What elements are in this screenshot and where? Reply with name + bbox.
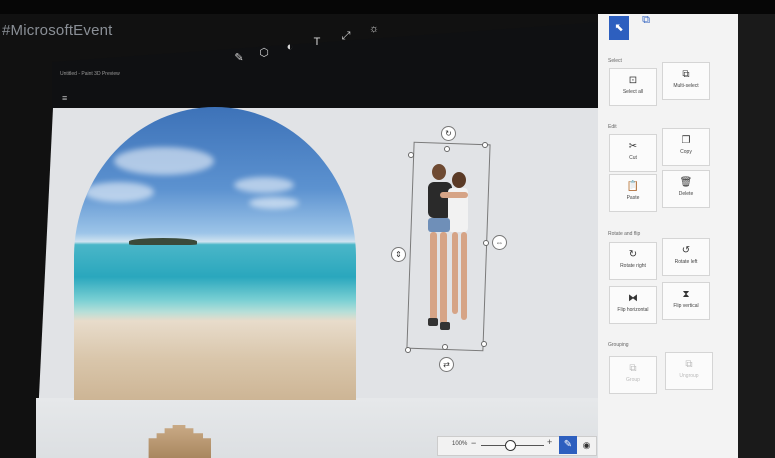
flip-vertical-button[interactable]: ⧗ Flip vertical — [662, 282, 710, 320]
scissors-icon: ✂ — [628, 141, 638, 152]
copy-icon: ❐ — [681, 135, 691, 146]
eye-icon: ◉ — [582, 440, 591, 450]
rotate-y-control-icon[interactable]: ⇔ — [492, 235, 507, 250]
select-all-button[interactable]: ⊡ Select all — [609, 68, 657, 106]
resize-handle[interactable] — [482, 142, 488, 148]
event-hashtag: #MicrosoftEvent — [2, 22, 113, 39]
copy-button[interactable]: ❐ Copy — [662, 128, 710, 166]
resize-handle[interactable] — [481, 341, 487, 347]
stickers-icon[interactable]: ◐ — [283, 41, 297, 53]
trash-icon: 🗑 — [679, 177, 693, 188]
pen-mode-button[interactable]: ✎ — [559, 436, 577, 454]
flip-horizontal-icon: ⧓ — [628, 293, 638, 304]
zoom-in-button[interactable]: + — [547, 437, 552, 447]
text-icon[interactable]: T — [310, 36, 324, 48]
section-edit-label: Edit — [608, 124, 617, 130]
crop-tab[interactable]: ⧉ — [636, 8, 656, 32]
select-tab[interactable]: ⬉ — [609, 16, 629, 40]
selection-bounding-box[interactable] — [406, 141, 491, 352]
pen-icon: ✎ — [563, 439, 573, 450]
rotate-right-icon: ↻ — [628, 249, 638, 260]
rotate-left-icon: ↺ — [681, 245, 691, 256]
zoom-out-button[interactable]: − — [471, 438, 476, 448]
rotate-right-button[interactable]: ↻ Rotate right — [609, 242, 657, 280]
view-mode-button[interactable]: ◉ — [578, 436, 595, 454]
cut-button[interactable]: ✂ Cut — [609, 134, 657, 172]
beach-photo-arch[interactable] — [74, 107, 356, 400]
ungroup-button[interactable]: ⧉ Ungroup — [665, 352, 713, 390]
brushes-icon[interactable]: ✎ — [232, 52, 246, 64]
rotate-z-control-icon[interactable]: ↻ — [441, 126, 456, 141]
resize-handle[interactable] — [405, 347, 411, 353]
section-rotate-label: Rotate and flip — [608, 231, 641, 237]
rotate-left-button[interactable]: ↺ Rotate left — [662, 238, 710, 276]
effects-icon[interactable]: ⤢ — [339, 30, 353, 42]
canvas-settings-icon[interactable]: ☼ — [367, 23, 381, 35]
projector-right-edge — [738, 14, 775, 458]
ungroup-icon: ⧉ — [685, 359, 693, 370]
app-title: Untitled - Paint 3D Preview — [60, 71, 120, 77]
flip-vertical-icon: ⧗ — [682, 289, 690, 300]
flip-horizontal-button[interactable]: ⧓ Flip horizontal — [609, 286, 657, 324]
3d-objects-icon[interactable]: ⬡ — [257, 47, 271, 59]
resize-handle[interactable] — [442, 344, 448, 350]
delete-button[interactable]: 🗑 Delete — [662, 170, 710, 208]
clipboard-icon: 📋 — [626, 181, 640, 192]
island-silhouette — [129, 238, 197, 245]
resize-handle[interactable] — [483, 240, 489, 246]
multi-select-icon: ⧉ — [682, 69, 690, 80]
hamburger-menu-icon[interactable]: ≡ — [62, 94, 71, 103]
group-icon: ⧉ — [629, 363, 637, 374]
zoom-value: 100% — [452, 441, 468, 447]
multi-select-button[interactable]: ⧉ Multi-select — [662, 62, 710, 100]
depth-control-icon[interactable]: ⇄ — [439, 357, 454, 372]
section-select-label: Select — [608, 58, 622, 64]
app-title-bar — [52, 22, 602, 110]
resize-handle[interactable] — [444, 146, 450, 152]
group-button[interactable]: ⧉ Group — [609, 356, 657, 394]
projector-top-edge — [0, 0, 775, 14]
section-grouping-label: Grouping — [608, 342, 629, 348]
paste-button[interactable]: 📋 Paste — [609, 174, 657, 212]
resize-handle[interactable] — [408, 152, 414, 158]
rotate-x-control-icon[interactable]: ⇕ — [391, 247, 406, 262]
select-all-icon: ⊡ — [628, 75, 638, 86]
